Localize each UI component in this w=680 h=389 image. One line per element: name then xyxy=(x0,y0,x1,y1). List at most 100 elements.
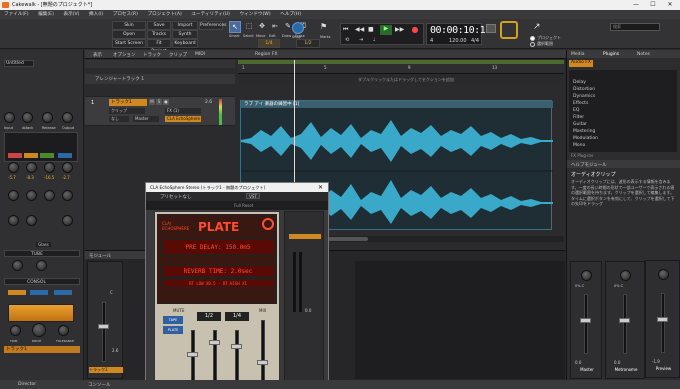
master-strip-name[interactable]: Master xyxy=(572,367,602,373)
mode-glass[interactable]: Glass xyxy=(36,242,51,247)
arranger-track-name[interactable]: アレンジャートラック 1 xyxy=(95,76,144,82)
plugin-close-icon[interactable]: ✕ xyxy=(318,184,323,191)
preview-fader-cap[interactable] xyxy=(657,317,668,322)
menu-help[interactable]: ヘルプ(H) xyxy=(280,12,301,17)
tree-item-mono[interactable]: Mono xyxy=(573,143,585,148)
snap-value-button[interactable]: 1/4 xyxy=(258,39,280,48)
synth-rack-button[interactable]: Synth Rack xyxy=(172,30,198,45)
plugin-fader-2-track[interactable] xyxy=(213,330,217,382)
master-pan-knob[interactable] xyxy=(581,270,592,281)
play-icon[interactable]: ▶ xyxy=(380,25,392,35)
delay-sync-1[interactable]: 1/2 xyxy=(197,312,221,321)
plugin-fader-3-cap[interactable] xyxy=(231,344,242,349)
move-tool-icon[interactable]: ✥ xyxy=(256,21,268,33)
metronome-icon[interactable]: ♩ xyxy=(373,37,383,44)
comp-knob-6[interactable] xyxy=(26,190,37,201)
timeline-ruler[interactable]: 1 5 9 13 xyxy=(238,60,564,74)
tube-knob-2[interactable] xyxy=(36,260,47,271)
track-volume-value[interactable]: 2.6 xyxy=(205,100,212,105)
options-menu[interactable]: オプション xyxy=(113,52,136,58)
delay-sync-2[interactable]: 1/4 xyxy=(225,312,249,321)
menu-process[interactable]: プロセス(R) xyxy=(113,12,138,17)
attack-knob[interactable] xyxy=(22,112,33,123)
comp-knob-2[interactable] xyxy=(26,162,37,173)
menu-window[interactable]: ウィンドウ(W) xyxy=(240,12,271,17)
export-icon[interactable]: ↗ xyxy=(533,22,547,34)
menu-file[interactable]: ファイル(F) xyxy=(4,12,29,17)
mute-button[interactable]: M xyxy=(149,99,155,105)
preferences-button[interactable]: Preferences xyxy=(199,21,226,30)
view-menu[interactable]: 表示 xyxy=(93,52,102,58)
tree-item-effects[interactable]: Effects xyxy=(573,101,588,106)
console-type-a[interactable] xyxy=(8,290,26,295)
stop-icon[interactable]: ■ xyxy=(368,26,378,34)
clip-menu[interactable]: クリップ xyxy=(169,52,187,58)
fit-project-button[interactable]: Fit Project xyxy=(147,39,171,54)
console-type-c[interactable] xyxy=(54,290,72,295)
output-selector[interactable]: Master xyxy=(133,116,159,122)
comp-knob-1[interactable] xyxy=(8,162,19,173)
clip-header[interactable]: ラブ アイ 楽器の練習中 [1] xyxy=(241,101,553,108)
power-icon[interactable] xyxy=(262,218,274,230)
tree-item-eq[interactable]: EQ xyxy=(573,108,579,113)
solo-button[interactable]: S xyxy=(156,99,162,105)
meter-value[interactable]: 4/4 xyxy=(471,38,479,44)
region-fx-menu[interactable]: Region FX xyxy=(255,52,278,57)
trim-knob[interactable] xyxy=(10,325,21,336)
comp-knob-7[interactable] xyxy=(44,190,55,201)
track1-strip-name[interactable]: トラック1 xyxy=(89,367,123,373)
tempo-value[interactable]: 120.00 xyxy=(449,38,467,44)
rewind-icon[interactable]: ⏮ xyxy=(343,26,353,34)
drive-knob[interactable] xyxy=(32,323,46,337)
tree-item-guitar[interactable]: Guitar xyxy=(573,122,587,127)
comp-mode-a[interactable] xyxy=(8,153,22,158)
snap-toggle-icon[interactable] xyxy=(292,22,304,34)
mix-fader-cap[interactable] xyxy=(257,360,268,365)
save-button[interactable]: Save xyxy=(147,21,171,30)
open-button[interactable]: Open xyxy=(112,30,146,39)
tab-media[interactable]: Media xyxy=(571,52,585,57)
tree-item-filter[interactable]: Filter xyxy=(573,115,584,120)
console-type-b[interactable] xyxy=(30,290,48,295)
loop-toggle-icon[interactable] xyxy=(500,21,518,39)
midi-panic-icon[interactable] xyxy=(486,24,496,33)
record-icon[interactable]: ● xyxy=(409,25,421,35)
search-input[interactable]: 検索 xyxy=(610,23,660,31)
import-button[interactable]: Import xyxy=(172,21,198,30)
preview-fader-track[interactable] xyxy=(661,293,665,353)
plugin-fader-2-cap[interactable] xyxy=(209,340,220,345)
menu-view[interactable]: 表示(V) xyxy=(63,12,79,17)
tree-item-modulation[interactable]: Modulation xyxy=(573,136,598,141)
punch-icon[interactable]: ⇥ xyxy=(359,37,369,44)
metronome-strip-name[interactable]: Metronome xyxy=(607,367,645,373)
tube-knob-1[interactable] xyxy=(12,260,23,271)
master-fader-cap[interactable] xyxy=(580,318,591,323)
plugin-fader-3-track[interactable] xyxy=(235,330,239,382)
tree-item-mastering[interactable]: Mastering xyxy=(573,129,595,134)
preset-selector[interactable]: Untitled xyxy=(4,60,34,67)
menu-edit[interactable]: 編集(E) xyxy=(38,12,54,17)
track1-fader-track[interactable] xyxy=(102,302,106,362)
menu-utilities[interactable]: ユーティリティ(U) xyxy=(191,12,230,17)
comp-mode-c[interactable] xyxy=(40,153,54,158)
output-knob[interactable] xyxy=(62,112,73,123)
reverb-time-display[interactable]: REVERB TIME: 2.0sec xyxy=(162,265,274,277)
project-radio[interactable] xyxy=(530,36,535,41)
selection-radio[interactable] xyxy=(530,42,535,47)
skin-button[interactable]: Skin xyxy=(112,21,146,30)
comp-knob-4[interactable] xyxy=(62,162,73,173)
preset-name[interactable]: プリセットなし xyxy=(160,194,192,200)
metronome-fader-cap[interactable] xyxy=(619,318,630,323)
maximize-button[interactable]: ☐ xyxy=(645,0,661,10)
metronome-pan-knob[interactable] xyxy=(620,270,631,281)
vst-button[interactable]: VST xyxy=(246,193,260,199)
audio-fx-filter[interactable]: Audio FX xyxy=(569,60,593,67)
comp-knob-11[interactable] xyxy=(62,215,73,226)
plugin-fader-1-cap[interactable] xyxy=(187,352,198,357)
midi-menu[interactable]: MIDI xyxy=(195,52,205,57)
back-icon[interactable]: ◀◀ xyxy=(355,26,365,34)
preview-strip-name[interactable]: Preview xyxy=(647,366,680,372)
input-knob[interactable] xyxy=(4,112,15,123)
marks-icon[interactable]: ⚑ xyxy=(320,22,332,34)
release-knob[interactable] xyxy=(42,112,53,123)
